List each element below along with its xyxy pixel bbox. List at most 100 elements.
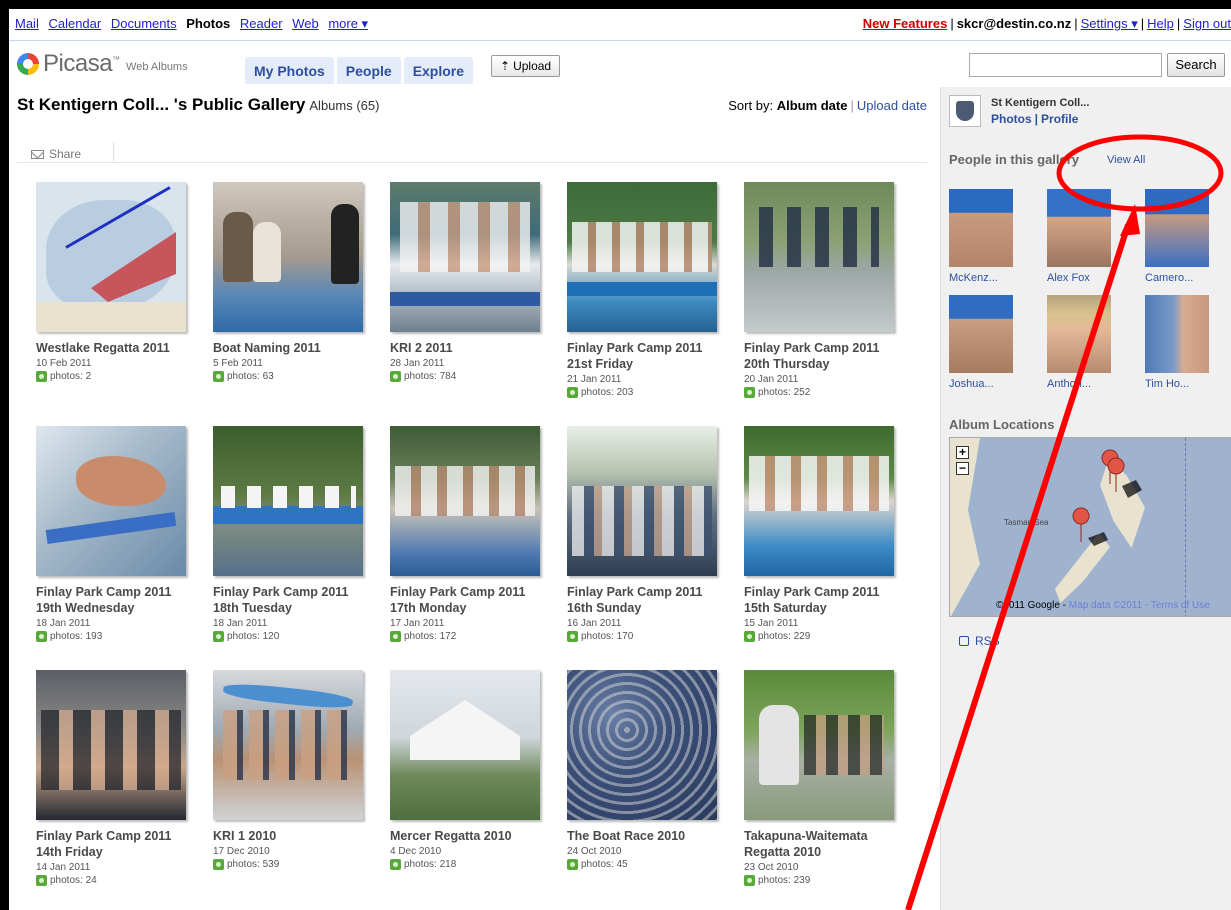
person-tile[interactable]: McKenz... [949,189,1015,284]
gbar-calendar-link[interactable]: Calendar [48,16,101,31]
album-title[interactable]: KRI 1 2010 [213,828,368,844]
album-title[interactable]: Boat Naming 2011 [213,340,368,356]
album-locations-map[interactable]: + − Tasman Sea ©2011 Google - Map data ©… [949,437,1231,617]
album-thumbnail[interactable] [744,670,894,820]
album-card[interactable]: Finlay Park Camp 2011 18th Tuesday 18 Ja… [213,426,368,642]
album-title[interactable]: Finlay Park Camp 2011 21st Friday [567,340,722,372]
map-marker-icon[interactable] [1072,507,1090,543]
album-date: 10 Feb 2011 [36,358,92,369]
person-tile[interactable]: Alex Fox [1047,189,1113,284]
album-title[interactable]: The Boat Race 2010 [567,828,722,844]
search-button[interactable]: Search [1167,53,1225,77]
album-card[interactable]: KRI 2 2011 28 Jan 2011 photos: 784 [390,182,545,382]
new-features-link[interactable]: New Features [863,16,948,31]
sort-album-date: Album date [776,98,848,113]
person-face[interactable] [949,189,1013,267]
gbar-reader-link[interactable]: Reader [240,16,283,31]
album-card[interactable]: Mercer Regatta 2010 4 Dec 2010 photos: 2… [390,670,545,870]
person-name[interactable]: Camero... [1145,272,1211,284]
album-card[interactable]: Boat Naming 2011 5 Feb 2011 photos: 63 [213,182,368,382]
album-thumbnail[interactable] [744,426,894,576]
album-thumbnail[interactable] [390,670,540,820]
public-album-icon [36,371,47,382]
person-tile[interactable]: Tim Ho... [1145,295,1211,390]
album-thumbnail-map[interactable] [36,182,186,332]
gbar-mail-link[interactable]: Mail [15,16,39,31]
album-card[interactable]: Finlay Park Camp 2011 19th Wednesday 18 … [36,426,191,642]
album-thumbnail[interactable] [36,670,186,820]
album-thumbnail[interactable] [213,670,363,820]
album-thumbnail[interactable] [567,182,717,332]
gbar-documents-link[interactable]: Documents [111,16,177,31]
album-card[interactable]: Finlay Park Camp 2011 14th Friday 14 Jan… [36,670,191,886]
search-input[interactable] [969,53,1162,77]
divider [113,143,114,161]
album-title[interactable]: Westlake Regatta 2011 [36,340,191,356]
tab-explore[interactable]: Explore [403,57,474,84]
owner-profile-link[interactable]: Profile [1041,112,1078,126]
person-face[interactable] [1047,189,1111,267]
album-card[interactable]: Takapuna-Waitemata Regatta 2010 23 Oct 2… [744,670,899,886]
person-tile[interactable]: Camero... [1145,189,1211,284]
album-card[interactable]: Finlay Park Camp 2011 21st Friday 21 Jan… [567,182,722,398]
public-album-icon [36,631,47,642]
public-album-icon [390,631,401,642]
share-button[interactable]: Share [31,147,81,161]
person-tile[interactable]: Joshua... [949,295,1015,390]
album-thumbnail[interactable] [213,426,363,576]
album-card[interactable]: Finlay Park Camp 2011 20th Thursday 20 J… [744,182,899,398]
person-face[interactable] [1145,295,1209,373]
gbar-more-link[interactable]: more ▾ [328,16,368,31]
gbar-web-link[interactable]: Web [292,16,319,31]
album-thumbnail[interactable] [567,670,717,820]
settings-link[interactable]: Settings ▾ [1081,16,1138,31]
album-thumbnail[interactable] [36,426,186,576]
album-title[interactable]: Takapuna-Waitemata Regatta 2010 [744,828,899,860]
album-card[interactable]: Finlay Park Camp 2011 15th Saturday 15 J… [744,426,899,642]
rss-link[interactable]: RSS [959,634,1000,648]
album-title[interactable]: Finlay Park Camp 2011 18th Tuesday [213,584,368,616]
album-title[interactable]: Finlay Park Camp 2011 20th Thursday [744,340,899,372]
album-title[interactable]: KRI 2 2011 [390,340,545,356]
sort-upload-date-link[interactable]: Upload date [857,98,927,113]
owner-photos-link[interactable]: Photos [991,112,1032,126]
album-title[interactable]: Mercer Regatta 2010 [390,828,545,844]
album-thumbnail[interactable] [213,182,363,332]
person-face[interactable] [1047,295,1111,373]
help-link[interactable]: Help [1147,16,1174,31]
person-name[interactable]: Alex Fox [1047,272,1113,284]
person-name[interactable]: Tim Ho... [1145,378,1211,390]
person-name[interactable]: Joshua... [949,378,1015,390]
person-name[interactable]: McKenz... [949,272,1015,284]
upload-button[interactable]: ⇡ Upload [491,55,561,77]
album-title[interactable]: Finlay Park Camp 2011 19th Wednesday [36,584,191,616]
album-card[interactable]: Westlake Regatta 2011 10 Feb 2011 photos… [36,182,191,382]
album-title[interactable]: Finlay Park Camp 2011 16th Sunday [567,584,722,616]
album-thumbnail[interactable] [390,426,540,576]
view-all-people-link[interactable]: View All [1107,154,1145,166]
sign-out-link[interactable]: Sign out [1183,16,1231,31]
owner-avatar[interactable] [949,95,981,127]
album-thumbnail[interactable] [390,182,540,332]
album-thumbnail[interactable] [567,426,717,576]
tab-people[interactable]: People [336,57,401,84]
person-tile[interactable]: Anthon... [1047,295,1113,390]
album-title[interactable]: Finlay Park Camp 2011 15th Saturday [744,584,899,616]
tab-my-photos[interactable]: My Photos [245,57,334,84]
person-face[interactable] [949,295,1013,373]
map-terms-link[interactable]: - Terms of Use [1145,600,1210,611]
album-card[interactable]: Finlay Park Camp 2011 16th Sunday 16 Jan… [567,426,722,642]
album-thumbnail[interactable] [744,182,894,332]
picasa-logo[interactable]: Picasa ™ Web Albums [17,50,188,77]
album-card[interactable]: The Boat Race 2010 24 Oct 2010 photos: 4… [567,670,722,870]
album-card[interactable]: KRI 1 2010 17 Dec 2010 photos: 539 [213,670,368,870]
album-photo-count: photos: 120 [213,631,368,642]
person-face[interactable] [1145,189,1209,267]
album-title[interactable]: Finlay Park Camp 2011 17th Monday [390,584,545,616]
person-name[interactable]: Anthon... [1047,378,1113,390]
map-data-link[interactable]: Map data ©2011 [1069,600,1142,611]
sort-controls: Sort by: Album date | Upload date [728,98,927,113]
album-card[interactable]: Finlay Park Camp 2011 17th Monday 17 Jan… [390,426,545,642]
album-title[interactable]: Finlay Park Camp 2011 14th Friday [36,828,191,860]
album-date: 28 Jan 2011 [390,358,445,369]
